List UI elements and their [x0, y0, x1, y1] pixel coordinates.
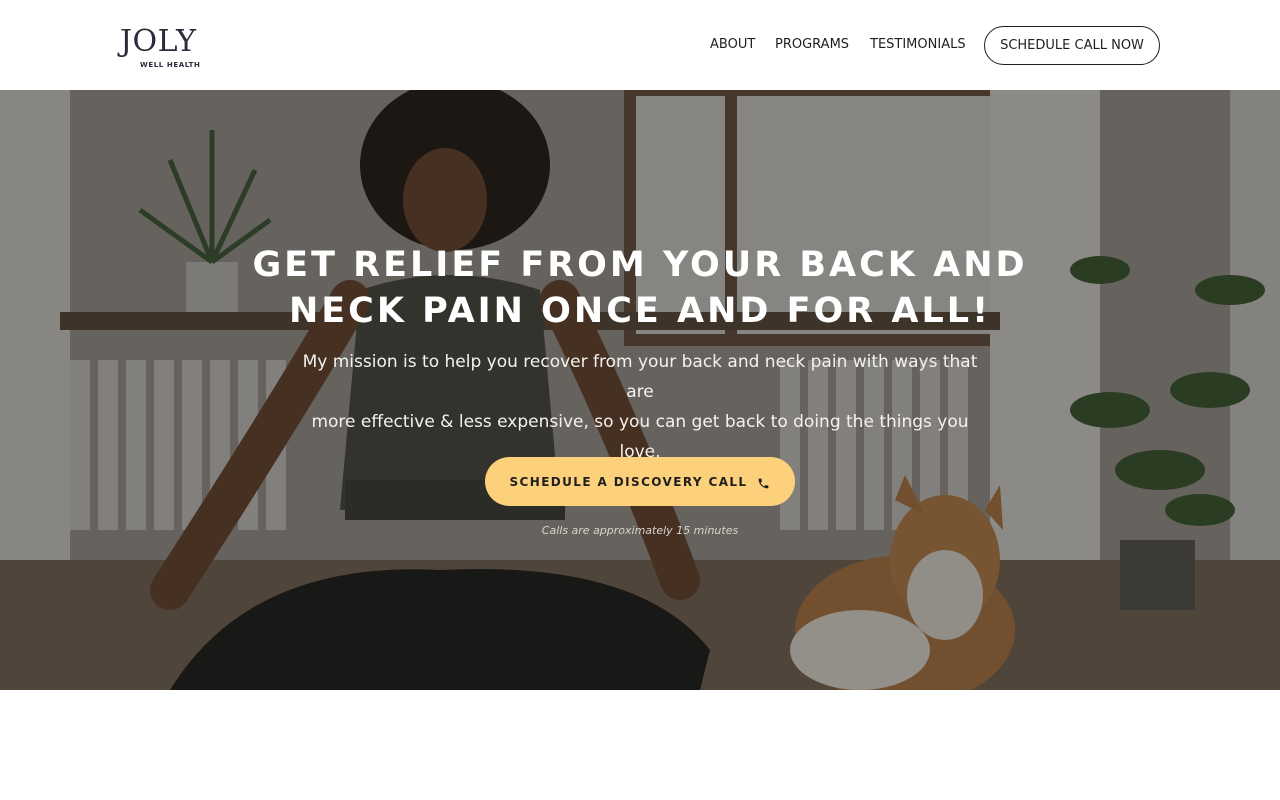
- hero-headline: GET RELIEF FROM YOUR BACK AND NECK PAIN …: [240, 242, 1040, 334]
- schedule-discovery-call-button[interactable]: SCHEDULE A DISCOVERY CALL: [485, 457, 795, 506]
- nav-link-programs[interactable]: PROGRAMS: [775, 37, 849, 53]
- site-header: JOLY WELL HEALTH ABOUT PROGRAMS TESTIMON…: [0, 0, 1280, 90]
- logo-wordmark: JOLY: [120, 24, 197, 59]
- nav-link-testimonials[interactable]: TESTIMONIALS: [870, 37, 966, 53]
- hero-headline-line-1: GET RELIEF FROM YOUR BACK AND: [252, 245, 1028, 285]
- nav-link-about[interactable]: ABOUT: [710, 37, 755, 53]
- logo-subtitle: WELL HEALTH: [140, 61, 201, 69]
- hero-subtext-line-2: more effective & less expensive, so you …: [311, 412, 969, 462]
- hero-subtext: My mission is to help you recover from y…: [290, 347, 990, 467]
- hero-headline-line-2: NECK PAIN ONCE AND FOR ALL!: [288, 291, 992, 331]
- schedule-call-now-button[interactable]: SCHEDULE CALL NOW: [984, 26, 1160, 65]
- schedule-call-now-label: SCHEDULE CALL NOW: [1000, 38, 1144, 53]
- call-duration-note: Calls are approximately 15 minutes: [541, 524, 739, 537]
- hero-section: GET RELIEF FROM YOUR BACK AND NECK PAIN …: [0, 90, 1280, 690]
- schedule-discovery-call-label: SCHEDULE A DISCOVERY CALL: [509, 474, 748, 489]
- phone-icon: [757, 475, 770, 489]
- brand-logo[interactable]: JOLY WELL HEALTH: [120, 20, 200, 72]
- hero-subtext-line-1: My mission is to help you recover from y…: [302, 352, 978, 402]
